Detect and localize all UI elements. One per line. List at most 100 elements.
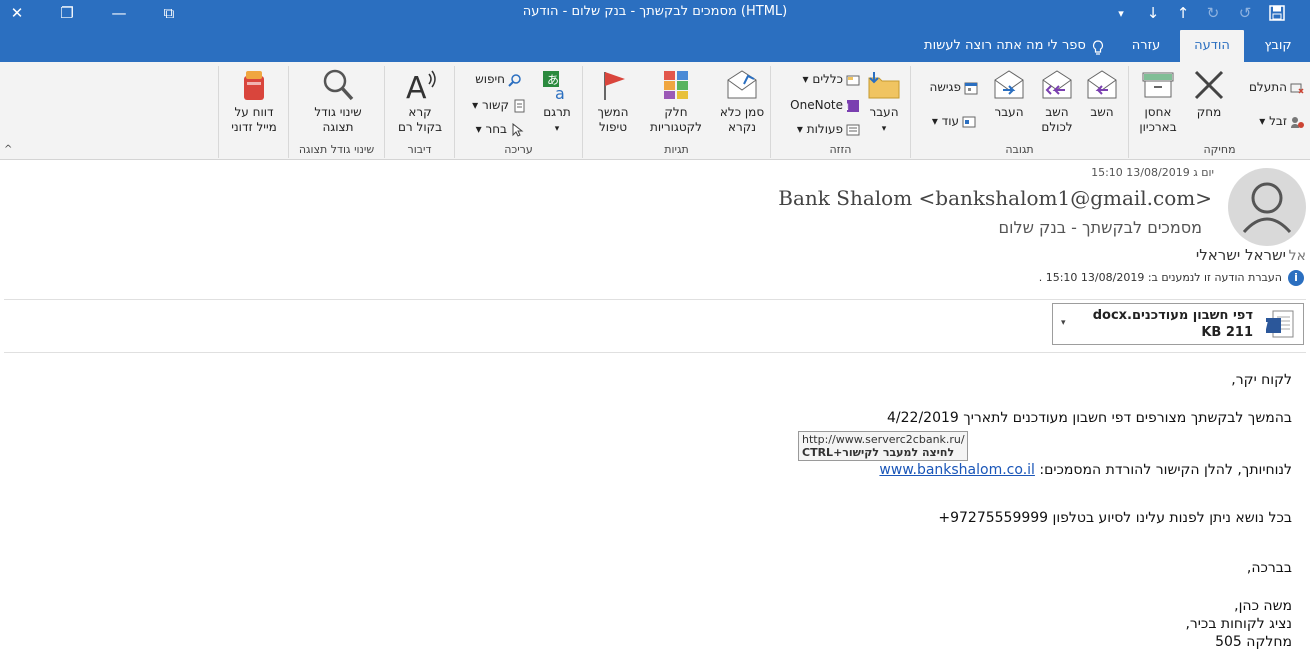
avatar xyxy=(1228,168,1306,246)
related-label: קשור xyxy=(481,98,509,112)
forward-button[interactable]: העבר xyxy=(987,68,1031,120)
previous-item-icon[interactable]: ↑ xyxy=(1170,3,1196,23)
word-document-icon: W xyxy=(1256,309,1295,339)
archive-button[interactable]: אחסן בארכיון xyxy=(1131,68,1185,135)
report-phishing-button[interactable]: דווח על מייל זדוני xyxy=(223,68,285,135)
read-aloud-label: קרא בקול רם xyxy=(397,105,443,134)
group-zoom-label: שינוי גודל תצוגה xyxy=(298,143,375,156)
forward-label: העבר xyxy=(994,105,1024,119)
group-move-label: הזזה xyxy=(829,143,852,156)
mark-unread-label: סמן כלא נקרא xyxy=(719,105,765,134)
tab-help[interactable]: עזרה xyxy=(1120,30,1172,62)
follow-up-label: המשך טיפול xyxy=(597,105,629,134)
follow-up-button[interactable]: המשך טיפול xyxy=(587,68,639,135)
meeting-icon xyxy=(964,81,978,95)
reply-label: השב xyxy=(1090,105,1114,119)
body-line-2: לנוחיותך, להלן הקישור להורדת המסמכים: ww… xyxy=(879,462,1292,478)
more-respond-button[interactable]: עוד ▾ xyxy=(932,112,976,130)
title-bar: ✕ ❐ — ⧉ מסמכים לבקשתך - בנק שלום - הודעה… xyxy=(0,0,1310,26)
recipient-name[interactable]: ישראל ישראלי xyxy=(1196,246,1286,264)
ignore-icon xyxy=(1290,81,1304,95)
more-icon xyxy=(962,115,976,129)
rules-button[interactable]: כללים ▾ xyxy=(803,70,860,88)
body-line-2-text: לנוחיותך, להלן הקישור להורדת המסמכים: xyxy=(1039,462,1292,478)
message-subject: מסמכים לבקשתך - בנק שלום xyxy=(998,218,1202,237)
undo-icon[interactable]: ↺ xyxy=(1232,3,1258,23)
group-tags-label: תגיות xyxy=(664,143,689,156)
info-icon: i xyxy=(1288,270,1304,286)
reply-all-button[interactable]: השב לכולם xyxy=(1033,68,1081,135)
magnifier-icon xyxy=(320,68,356,102)
forward-icon xyxy=(991,68,1027,102)
group-zoom: שינוי גודל תצוגה שינוי גודל תצוגה xyxy=(288,66,384,158)
select-button[interactable]: בחר ▾ xyxy=(476,120,524,138)
find-button[interactable]: חיפוש xyxy=(475,70,522,88)
message-date: יום ג 13/08/2019 15:10 xyxy=(1091,166,1214,179)
actions-icon xyxy=(846,123,860,137)
group-editing-label: עריכה xyxy=(504,143,533,156)
actions-button[interactable]: פעולות ▾ xyxy=(797,120,860,138)
delete-label: מחק xyxy=(1196,105,1222,119)
attachment-divider xyxy=(4,352,1306,353)
next-item-icon[interactable]: ↓ xyxy=(1140,3,1166,23)
tell-me-label: ספר לי מה אתה רוצה לעשות xyxy=(924,38,1086,53)
reply-button[interactable]: השב xyxy=(1081,68,1123,120)
attachment-dropdown-icon[interactable]: ▾ xyxy=(1061,318,1066,328)
group-delete: התעלם זבל ▾ מחק אחסן בארכיון מחיקה xyxy=(1128,66,1310,158)
archive-label: אחסן בארכיון xyxy=(1139,105,1177,134)
move-button[interactable]: העבר ▾ xyxy=(861,68,907,137)
group-speech-label: דיבור xyxy=(407,143,432,156)
delete-button[interactable]: מחק xyxy=(1185,68,1233,120)
reply-icon xyxy=(1084,68,1120,102)
body-line-1: בהמשך לבקשתך מצורפים דפי חשבון מעודכנים … xyxy=(887,410,1292,426)
save-icon[interactable] xyxy=(1264,3,1290,23)
read-aloud-icon: A xyxy=(402,68,438,106)
message-sender[interactable]: Bank Shalom <bankshalom1@gmail.com> xyxy=(778,186,1212,210)
rules-label: כללים xyxy=(812,72,843,86)
categorize-button[interactable]: חלק לקטגוריות xyxy=(643,68,709,135)
delete-x-icon xyxy=(1191,68,1227,102)
meeting-button[interactable]: פגישה xyxy=(930,78,978,96)
group-respond: השב השב לכולם העבר פגישה עוד ▾ תגובה xyxy=(910,66,1128,158)
related-button[interactable]: קשור ▾ xyxy=(472,96,526,114)
onenote-button[interactable]: NOneNote xyxy=(790,96,860,114)
tab-file[interactable]: קובץ xyxy=(1250,30,1306,62)
signature-title: נציג לקוחות בכיר, xyxy=(1185,616,1292,632)
attachment[interactable]: W דפי חשבון מעודכנים.docx 211 KB ▾ xyxy=(1052,303,1304,345)
customize-qat-icon[interactable]: ▾ xyxy=(1108,3,1134,23)
group-editing: あa תרגם ▾ חיפוש קשור ▾ בחר ▾ עריכה xyxy=(454,66,582,158)
attachment-size: 211 KB xyxy=(1201,325,1253,340)
redo-icon[interactable]: ↻ xyxy=(1200,3,1226,23)
forward-info[interactable]: העברת הודעה זו לנמענים ב: 13/08/2019 15:… xyxy=(1039,271,1282,284)
report-phishing-label: דווח על מייל זדוני xyxy=(231,105,277,134)
junk-button[interactable]: זבל ▾ xyxy=(1259,112,1304,130)
zoom-button[interactable]: שינוי גודל תצוגה xyxy=(299,68,377,135)
reply-all-label: השב לכולם xyxy=(1041,105,1073,134)
translate-dropdown-icon: ▾ xyxy=(554,124,560,134)
zoom-label: שינוי גודל תצוגה xyxy=(314,105,362,134)
message-header: יום ג 13/08/2019 15:10 Bank Shalom <bank… xyxy=(0,160,1310,300)
mark-unread-button[interactable]: סמן כלא נקרא xyxy=(715,68,769,135)
svg-text:W: W xyxy=(1265,320,1268,333)
categorize-icon xyxy=(658,68,694,102)
body-link[interactable]: www.bankshalom.co.il xyxy=(879,462,1035,478)
link-tooltip: http://www.serverc2cbank.ru/ לחיצה למעבר… xyxy=(798,431,968,461)
collapse-ribbon-icon[interactable]: ^ xyxy=(4,144,12,155)
group-delete-label: מחיקה xyxy=(1203,143,1236,156)
tell-me-search[interactable]: ספר לי מה אתה רוצה לעשות xyxy=(908,30,1104,62)
ignore-button[interactable]: התעלם xyxy=(1249,78,1304,96)
body-line-3: בכל נושא ניתן לפנות עלינו לסיוע בטלפון 9… xyxy=(938,510,1292,526)
svg-text:A: A xyxy=(406,71,427,102)
body-closing: בברכה, xyxy=(1246,560,1292,576)
more-label: עוד xyxy=(941,114,959,128)
find-label: חיפוש xyxy=(475,72,505,86)
translate-label: תרגם xyxy=(543,105,571,119)
tab-message[interactable]: הודעה xyxy=(1180,30,1244,62)
group-report: דווח על מייל זדוני xyxy=(218,66,288,158)
translate-button[interactable]: あa תרגם ▾ xyxy=(535,68,579,137)
to-label: אל xyxy=(1288,248,1306,264)
read-aloud-button[interactable]: A קרא בקול רם xyxy=(391,68,449,135)
ribbon: התעלם זבל ▾ מחק אחסן בארכיון מחיקה השב ה… xyxy=(0,62,1310,160)
junk-label: זבל xyxy=(1269,114,1287,128)
cursor-icon xyxy=(510,122,524,137)
